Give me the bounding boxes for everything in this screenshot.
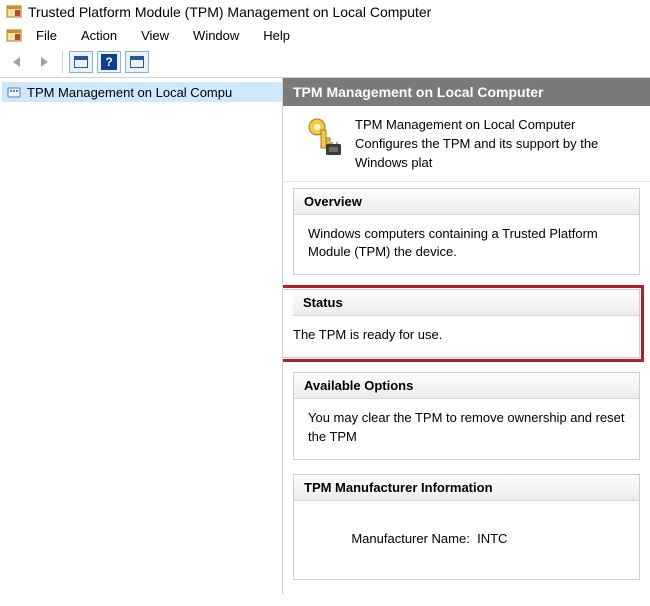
manufacturer-name-value: INTC	[477, 531, 507, 546]
panel-icon	[130, 56, 144, 68]
section-available-options: Available Options You may clear the TPM …	[293, 372, 640, 460]
section-status: Status The TPM is ready for use.	[283, 289, 640, 358]
tpm-key-chip-icon	[303, 116, 343, 156]
show-hide-action-button[interactable]	[125, 51, 149, 73]
content-intro-title: TPM Management on Local Computer	[355, 116, 638, 135]
content-sections: Overview Windows computers containing a …	[283, 182, 650, 581]
help-icon: ?	[101, 54, 117, 70]
menubar: File Action View Window Help	[0, 22, 650, 49]
window-title: Trusted Platform Module (TPM) Management…	[28, 4, 431, 20]
menu-window[interactable]: Window	[183, 26, 249, 45]
arrow-left-icon	[13, 57, 20, 67]
section-status-title: Status	[293, 290, 639, 316]
section-overview-title: Overview	[294, 189, 639, 215]
content-intro-desc: Configures the TPM and its support by th…	[355, 135, 638, 173]
menu-help[interactable]: Help	[253, 26, 300, 45]
section-manufacturer-body: Manufacturer Name: INTC	[294, 501, 639, 580]
toolbar-separator	[62, 51, 63, 73]
content-intro: TPM Management on Local Computer Configu…	[283, 106, 650, 182]
section-manufacturer: TPM Manufacturer Information Manufacture…	[293, 474, 640, 581]
menu-file[interactable]: File	[26, 26, 67, 45]
mmc-app-icon	[6, 4, 22, 20]
nav-forward-button[interactable]	[32, 51, 56, 73]
section-manufacturer-title: TPM Manufacturer Information	[294, 475, 639, 501]
tree-node-label: TPM Management on Local Compu	[27, 85, 232, 100]
section-overview: Overview Windows computers containing a …	[293, 188, 640, 276]
arrow-right-icon	[41, 57, 48, 67]
tree-node-tpm-root[interactable]: TPM Management on Local Compu	[2, 82, 282, 102]
section-options-body: You may clear the TPM to remove ownershi…	[294, 399, 639, 459]
manufacturer-name-label: Manufacturer Name:	[351, 531, 470, 546]
show-hide-tree-button[interactable]	[69, 51, 93, 73]
content-header: TPM Management on Local Computer	[283, 78, 650, 106]
section-status-body: The TPM is ready for use.	[293, 316, 639, 357]
nav-back-button[interactable]	[4, 51, 28, 73]
mmc-app-icon	[6, 28, 22, 44]
tree-pane[interactable]: TPM Management on Local Compu	[0, 78, 283, 594]
content-pane: TPM Management on Local Computer TPM Man…	[283, 78, 650, 594]
toolbar: ?	[0, 49, 650, 78]
help-button[interactable]: ?	[97, 51, 121, 73]
body-split: TPM Management on Local Compu TPM Manage…	[0, 78, 650, 594]
menu-action[interactable]: Action	[71, 26, 127, 45]
menu-view[interactable]: View	[131, 26, 179, 45]
window-titlebar: Trusted Platform Module (TPM) Management…	[0, 0, 650, 22]
tpm-node-icon	[6, 84, 22, 100]
section-overview-body: Windows computers containing a Trusted P…	[294, 215, 639, 275]
panel-icon	[74, 56, 88, 68]
section-options-title: Available Options	[294, 373, 639, 399]
